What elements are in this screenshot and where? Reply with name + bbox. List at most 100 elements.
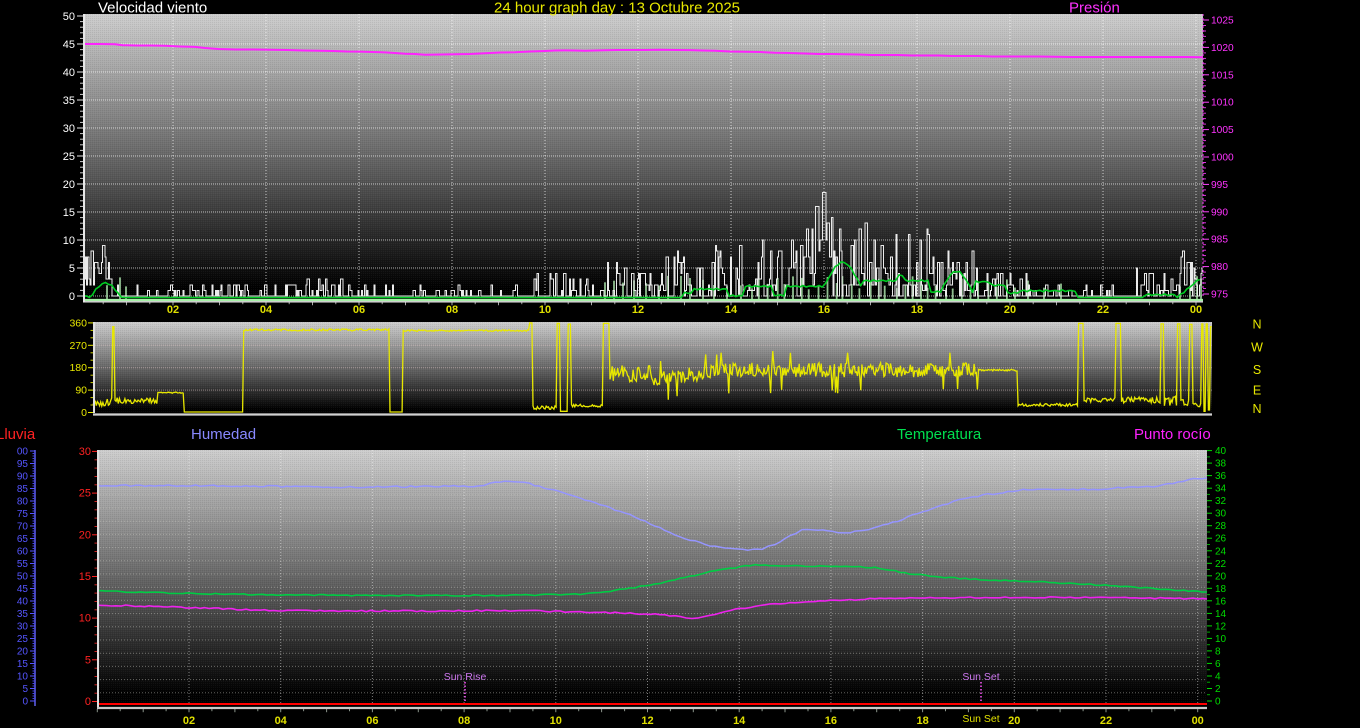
svg-text:990: 990 bbox=[1211, 207, 1228, 218]
svg-text:20: 20 bbox=[1004, 304, 1016, 316]
svg-text:Humedad: Humedad bbox=[191, 426, 256, 443]
svg-text:Sun Rise: Sun Rise bbox=[444, 671, 487, 683]
svg-text:34: 34 bbox=[1215, 484, 1227, 495]
svg-text:25: 25 bbox=[79, 488, 91, 500]
svg-text:N: N bbox=[1252, 318, 1261, 332]
svg-text:90: 90 bbox=[75, 385, 87, 397]
svg-text:15: 15 bbox=[79, 571, 91, 583]
svg-text:45: 45 bbox=[17, 584, 29, 595]
svg-text:10: 10 bbox=[1215, 634, 1227, 645]
svg-text:0: 0 bbox=[85, 696, 91, 708]
svg-text:22: 22 bbox=[1097, 304, 1109, 316]
svg-text:Temperatura: Temperatura bbox=[897, 426, 982, 443]
svg-text:50: 50 bbox=[63, 11, 75, 23]
svg-text:20: 20 bbox=[1008, 715, 1020, 727]
svg-text:10: 10 bbox=[550, 715, 562, 727]
svg-text:20: 20 bbox=[63, 179, 75, 191]
svg-text:15: 15 bbox=[17, 659, 29, 670]
svg-text:22: 22 bbox=[1215, 559, 1227, 570]
svg-text:20: 20 bbox=[1215, 571, 1227, 582]
svg-text:360: 360 bbox=[69, 317, 87, 329]
svg-text:40: 40 bbox=[1215, 446, 1227, 457]
svg-text:1000: 1000 bbox=[1211, 153, 1234, 164]
svg-text:30: 30 bbox=[79, 446, 91, 458]
svg-text:4: 4 bbox=[1215, 672, 1221, 683]
svg-text:Lluvia: Lluvia bbox=[0, 426, 36, 443]
svg-text:10: 10 bbox=[17, 672, 29, 683]
svg-text:180: 180 bbox=[69, 362, 87, 374]
svg-text:Velocidad viento: Velocidad viento bbox=[98, 0, 207, 17]
svg-text:16: 16 bbox=[825, 715, 837, 727]
svg-text:0: 0 bbox=[81, 407, 87, 419]
svg-text:10: 10 bbox=[79, 613, 91, 625]
svg-text:18: 18 bbox=[911, 304, 923, 316]
svg-text:04: 04 bbox=[260, 304, 273, 316]
svg-text:W: W bbox=[1251, 341, 1263, 355]
svg-text:5: 5 bbox=[85, 654, 91, 666]
svg-text:N: N bbox=[1252, 402, 1261, 416]
svg-text:8: 8 bbox=[1215, 646, 1221, 657]
svg-text:00: 00 bbox=[17, 447, 29, 458]
svg-text:1005: 1005 bbox=[1211, 125, 1234, 136]
svg-text:02: 02 bbox=[167, 304, 179, 316]
svg-text:S: S bbox=[1253, 363, 1261, 377]
svg-text:50: 50 bbox=[17, 572, 29, 583]
svg-text:20: 20 bbox=[17, 647, 29, 658]
svg-text:16: 16 bbox=[1215, 596, 1227, 607]
svg-text:06: 06 bbox=[353, 304, 365, 316]
svg-text:28: 28 bbox=[1215, 521, 1227, 532]
svg-text:08: 08 bbox=[458, 715, 470, 727]
svg-text:1015: 1015 bbox=[1211, 70, 1234, 81]
svg-text:90: 90 bbox=[17, 472, 29, 483]
svg-text:14: 14 bbox=[1215, 609, 1227, 620]
svg-text:24: 24 bbox=[1215, 546, 1227, 557]
svg-text:30: 30 bbox=[17, 622, 29, 633]
svg-text:02: 02 bbox=[183, 715, 195, 727]
svg-text:12: 12 bbox=[632, 304, 644, 316]
svg-text:995: 995 bbox=[1211, 180, 1228, 191]
svg-text:45: 45 bbox=[63, 39, 75, 51]
svg-text:70: 70 bbox=[17, 522, 29, 533]
svg-text:24 hour graph day : 13 Octubre: 24 hour graph day : 13 Octubre 2025 bbox=[494, 0, 740, 17]
svg-text:30: 30 bbox=[63, 123, 75, 135]
svg-text:75: 75 bbox=[17, 509, 29, 520]
svg-text:Presión: Presión bbox=[1069, 0, 1120, 17]
svg-text:38: 38 bbox=[1215, 459, 1227, 470]
svg-text:6: 6 bbox=[1215, 659, 1221, 670]
svg-text:80: 80 bbox=[17, 497, 29, 508]
svg-text:06: 06 bbox=[366, 715, 378, 727]
svg-text:5: 5 bbox=[69, 263, 75, 275]
svg-text:Punto rocío: Punto rocío bbox=[1134, 426, 1211, 443]
svg-text:1010: 1010 bbox=[1211, 98, 1234, 109]
svg-text:40: 40 bbox=[17, 597, 29, 608]
svg-text:35: 35 bbox=[63, 95, 75, 107]
svg-text:0: 0 bbox=[22, 697, 28, 708]
svg-text:Sun Set: Sun Set bbox=[962, 671, 999, 683]
svg-text:12: 12 bbox=[1215, 621, 1227, 632]
svg-text:10: 10 bbox=[63, 235, 75, 247]
svg-text:5: 5 bbox=[22, 684, 28, 695]
svg-text:35: 35 bbox=[17, 609, 29, 620]
svg-text:00: 00 bbox=[1190, 304, 1202, 316]
svg-text:1025: 1025 bbox=[1211, 16, 1234, 27]
svg-text:18: 18 bbox=[1215, 584, 1227, 595]
svg-text:22: 22 bbox=[1100, 715, 1112, 727]
svg-text:08: 08 bbox=[446, 304, 458, 316]
svg-text:36: 36 bbox=[1215, 471, 1227, 482]
svg-text:85: 85 bbox=[17, 484, 29, 495]
svg-text:04: 04 bbox=[275, 715, 288, 727]
svg-text:15: 15 bbox=[63, 207, 75, 219]
svg-text:E: E bbox=[1253, 384, 1261, 398]
svg-text:1020: 1020 bbox=[1211, 43, 1234, 54]
svg-text:40: 40 bbox=[63, 67, 75, 79]
svg-text:26: 26 bbox=[1215, 534, 1227, 545]
svg-text:14: 14 bbox=[725, 304, 738, 316]
svg-text:985: 985 bbox=[1211, 235, 1228, 246]
svg-text:60: 60 bbox=[17, 547, 29, 558]
svg-text:980: 980 bbox=[1211, 262, 1228, 273]
svg-text:32: 32 bbox=[1215, 496, 1227, 507]
svg-text:14: 14 bbox=[733, 715, 746, 727]
svg-text:55: 55 bbox=[17, 559, 29, 570]
svg-text:975: 975 bbox=[1211, 290, 1228, 301]
svg-text:18: 18 bbox=[916, 715, 928, 727]
